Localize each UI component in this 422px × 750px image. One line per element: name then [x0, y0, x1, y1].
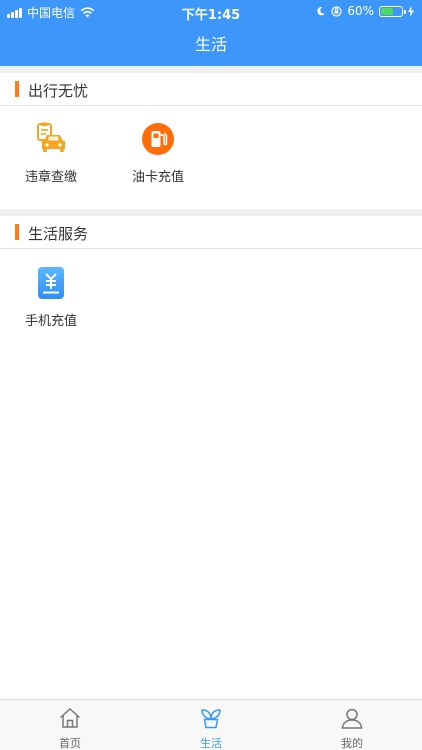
section-divider — [0, 209, 422, 216]
user-icon — [341, 708, 363, 729]
section-header-life-services: 生活服务 — [0, 216, 422, 249]
phone-recharge-icon — [38, 267, 64, 299]
charging-bolt-icon — [408, 5, 414, 17]
bottom-tab-bar: 首页 生活 我的 — [0, 699, 422, 750]
grid-item-traffic-violation[interactable]: 违章查缴 — [6, 121, 96, 201]
section-title: 出行无忧 — [28, 82, 89, 100]
grid-item-fuel-card-recharge[interactable]: 油卡充值 — [113, 121, 203, 201]
section-header-travel: 出行无忧 — [0, 73, 422, 106]
page-title: 生活 — [194, 35, 227, 54]
fuel-pump-icon — [142, 123, 174, 155]
tab-label: 我的 — [341, 737, 363, 750]
section-divider — [0, 66, 422, 73]
status-bar: 中国电信 下午1:45 60% — [0, 0, 422, 24]
grid-item-label: 手机充值 — [24, 314, 77, 329]
status-right: 60% — [316, 4, 414, 18]
battery-percent: 60% — [347, 4, 374, 18]
moon-icon — [317, 6, 326, 16]
orientation-lock-icon — [331, 5, 342, 17]
tab-label: 首页 — [59, 737, 81, 750]
tab-home[interactable]: 首页 — [0, 700, 140, 750]
screen: 中国电信 下午1:45 60% 生活 出行无忧 违章查缴 油卡充值 生活服务 手… — [0, 0, 422, 750]
car-ticket-icon — [37, 122, 65, 152]
grid-item-label: 油卡充值 — [131, 170, 184, 185]
section-marker — [15, 81, 19, 97]
section-marker — [15, 224, 19, 240]
grid-item-label: 违章查缴 — [24, 170, 77, 185]
home-icon — [59, 707, 81, 728]
tab-me[interactable]: 我的 — [282, 700, 422, 750]
app-header: 中国电信 下午1:45 60% 生活 — [0, 0, 422, 66]
section-title: 生活服务 — [28, 225, 89, 243]
battery-icon — [379, 5, 406, 17]
sprout-icon — [201, 709, 221, 729]
tab-label: 生活 — [200, 737, 222, 750]
grid-item-phone-recharge[interactable]: 手机充值 — [6, 265, 96, 345]
tab-life[interactable]: 生活 — [141, 700, 281, 750]
